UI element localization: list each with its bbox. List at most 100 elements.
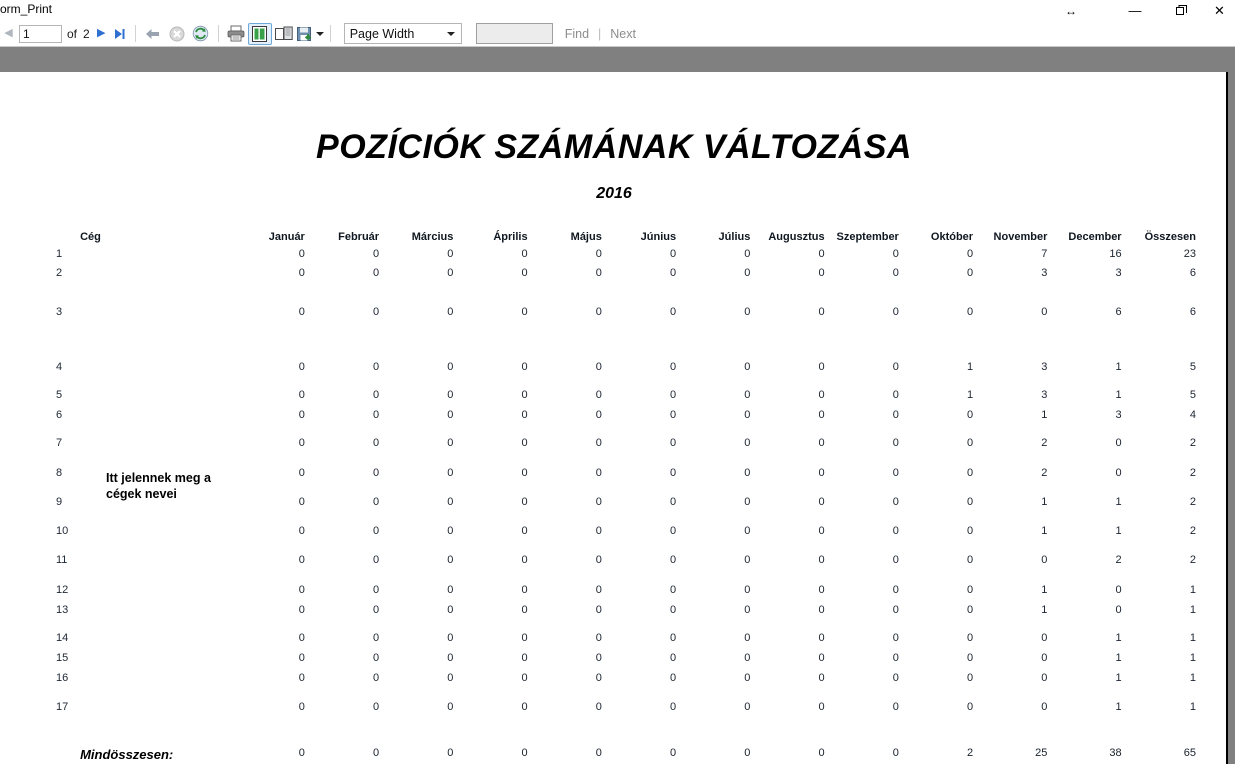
row-number: 4 bbox=[56, 361, 63, 373]
value-cell: 0 bbox=[892, 267, 899, 279]
minimize-window-button[interactable]: — bbox=[1112, 0, 1158, 21]
zoom-level-value: Page Width bbox=[349, 26, 415, 41]
value-cell: 0 bbox=[892, 306, 899, 318]
search-input[interactable] bbox=[475, 23, 553, 44]
chevron-down-icon bbox=[446, 31, 455, 36]
company-name-cell bbox=[80, 525, 231, 554]
value-cell: 0 bbox=[521, 584, 528, 596]
first-page-button[interactable]: ◀ bbox=[0, 24, 17, 44]
spacer-cell bbox=[80, 725, 231, 747]
value-cell: 1 bbox=[1115, 652, 1122, 664]
value-cell: 4 bbox=[1189, 409, 1196, 421]
value-cell: 0 bbox=[892, 672, 899, 684]
total-value-cell: 0 bbox=[298, 747, 305, 759]
refresh-button[interactable] bbox=[189, 23, 213, 45]
stop-circle-icon bbox=[169, 26, 185, 41]
value-cell: 1 bbox=[1189, 604, 1196, 616]
value-cell: 0 bbox=[595, 267, 602, 279]
resize-window-button[interactable]: ↔ bbox=[1056, 0, 1086, 21]
value-cell: 2 bbox=[1189, 437, 1196, 449]
value-cell: 0 bbox=[966, 652, 974, 664]
last-page-button[interactable] bbox=[110, 24, 130, 44]
row-number: 17 bbox=[56, 701, 69, 713]
company-name-cell bbox=[80, 632, 231, 652]
value-cell: 6 bbox=[1189, 306, 1196, 318]
value-cell: 0 bbox=[298, 496, 305, 508]
skip-right-icon bbox=[115, 28, 125, 39]
table-row: 5 0 0 0 0 0 0 0 0 0 1 3 1 5 bbox=[56, 389, 1196, 409]
company-name-cell bbox=[80, 361, 231, 389]
value-cell: 1 bbox=[1115, 525, 1122, 537]
value-cell: 1 bbox=[1189, 584, 1196, 596]
row-number: 12 bbox=[56, 584, 69, 596]
value-cell: 0 bbox=[1041, 632, 1048, 644]
table-row: 16 0 0 0 0 0 0 0 0 0 0 0 1 1 bbox=[56, 672, 1196, 701]
value-cell: 0 bbox=[1041, 701, 1048, 713]
value-cell: 0 bbox=[595, 389, 602, 401]
total-value-cell: 0 bbox=[669, 747, 677, 759]
export-dropdown-button[interactable] bbox=[316, 26, 325, 42]
value-cell: 5 bbox=[1189, 389, 1196, 401]
table-row: 3 0 0 0 0 0 0 0 0 0 0 0 6 6 bbox=[56, 306, 1196, 361]
stop-button[interactable] bbox=[165, 23, 189, 45]
value-cell: 0 bbox=[372, 267, 380, 279]
value-cell: 0 bbox=[744, 267, 751, 279]
value-cell: 2 bbox=[1189, 496, 1196, 508]
table-row: 6 0 0 0 0 0 0 0 0 0 0 1 3 4 bbox=[56, 409, 1196, 437]
next-button[interactable]: Next bbox=[610, 27, 636, 41]
table-body: 1 0 0 0 0 0 0 0 0 0 0 7 16 23 2 0 0 0 0 0 0 0 0 0 0 3 3 6 3 0 0 0 0 0 0 0 0 0… bbox=[56, 248, 1196, 764]
company-name-cell bbox=[80, 467, 231, 496]
company-name-cell bbox=[80, 306, 231, 361]
toolbar-divider-2 bbox=[217, 25, 219, 42]
zoom-level-select[interactable]: Page Width bbox=[343, 23, 462, 44]
value-cell: 0 bbox=[966, 701, 974, 713]
header-rownum bbox=[56, 231, 80, 248]
value-cell: 0 bbox=[669, 389, 677, 401]
total-value-cell: 38 bbox=[1109, 747, 1122, 759]
value-cell: 2 bbox=[1189, 554, 1196, 566]
value-cell: 0 bbox=[372, 525, 380, 537]
row-number: 1 bbox=[56, 248, 63, 260]
value-cell: 0 bbox=[595, 306, 602, 318]
value-cell: 2 bbox=[1041, 437, 1048, 449]
page-setup-button[interactable] bbox=[272, 23, 296, 45]
value-cell: 0 bbox=[892, 632, 899, 644]
next-page-button[interactable]: ▶ bbox=[93, 24, 110, 44]
back-button[interactable] bbox=[141, 23, 165, 45]
company-name-cell bbox=[80, 672, 231, 701]
toolbar-divider bbox=[134, 25, 136, 42]
value-cell: 0 bbox=[818, 467, 825, 479]
table-row: 7 0 0 0 0 0 0 0 0 0 0 2 0 2 bbox=[56, 437, 1196, 467]
document-viewport[interactable]: POZÍCIÓK SZÁMÁNAK VÁLTOZÁSA 2016 Cég Jan… bbox=[0, 47, 1235, 764]
maximize-window-button[interactable] bbox=[1158, 0, 1204, 21]
close-window-button[interactable]: ✕ bbox=[1204, 0, 1235, 21]
value-cell: 0 bbox=[669, 409, 677, 421]
value-cell: 0 bbox=[1041, 554, 1048, 566]
print-layout-button[interactable] bbox=[247, 22, 272, 45]
value-cell: 0 bbox=[447, 554, 454, 566]
row-number: 7 bbox=[56, 437, 63, 449]
spacer-cell bbox=[825, 725, 899, 747]
value-cell: 0 bbox=[669, 672, 677, 684]
value-cell: 0 bbox=[447, 672, 454, 684]
value-cell: 3 bbox=[1041, 267, 1048, 279]
total-rownum bbox=[56, 747, 80, 764]
value-cell: 0 bbox=[818, 584, 825, 596]
value-cell: 0 bbox=[966, 525, 974, 537]
value-cell: 0 bbox=[595, 496, 602, 508]
page-number-input[interactable] bbox=[19, 24, 62, 43]
value-cell: 0 bbox=[521, 467, 528, 479]
find-button[interactable]: Find bbox=[565, 27, 589, 41]
value-cell: 0 bbox=[1041, 652, 1048, 664]
company-name-cell bbox=[80, 437, 231, 467]
value-cell: 0 bbox=[447, 467, 454, 479]
export-button[interactable] bbox=[296, 23, 316, 45]
company-name-cell bbox=[80, 584, 231, 604]
value-cell: 1 bbox=[1189, 672, 1196, 684]
value-cell: 0 bbox=[521, 409, 528, 421]
value-cell: 6 bbox=[1189, 267, 1196, 279]
row-number: 10 bbox=[56, 525, 69, 537]
value-cell: 0 bbox=[595, 525, 602, 537]
value-cell: 0 bbox=[966, 437, 974, 449]
print-button[interactable] bbox=[224, 23, 248, 45]
